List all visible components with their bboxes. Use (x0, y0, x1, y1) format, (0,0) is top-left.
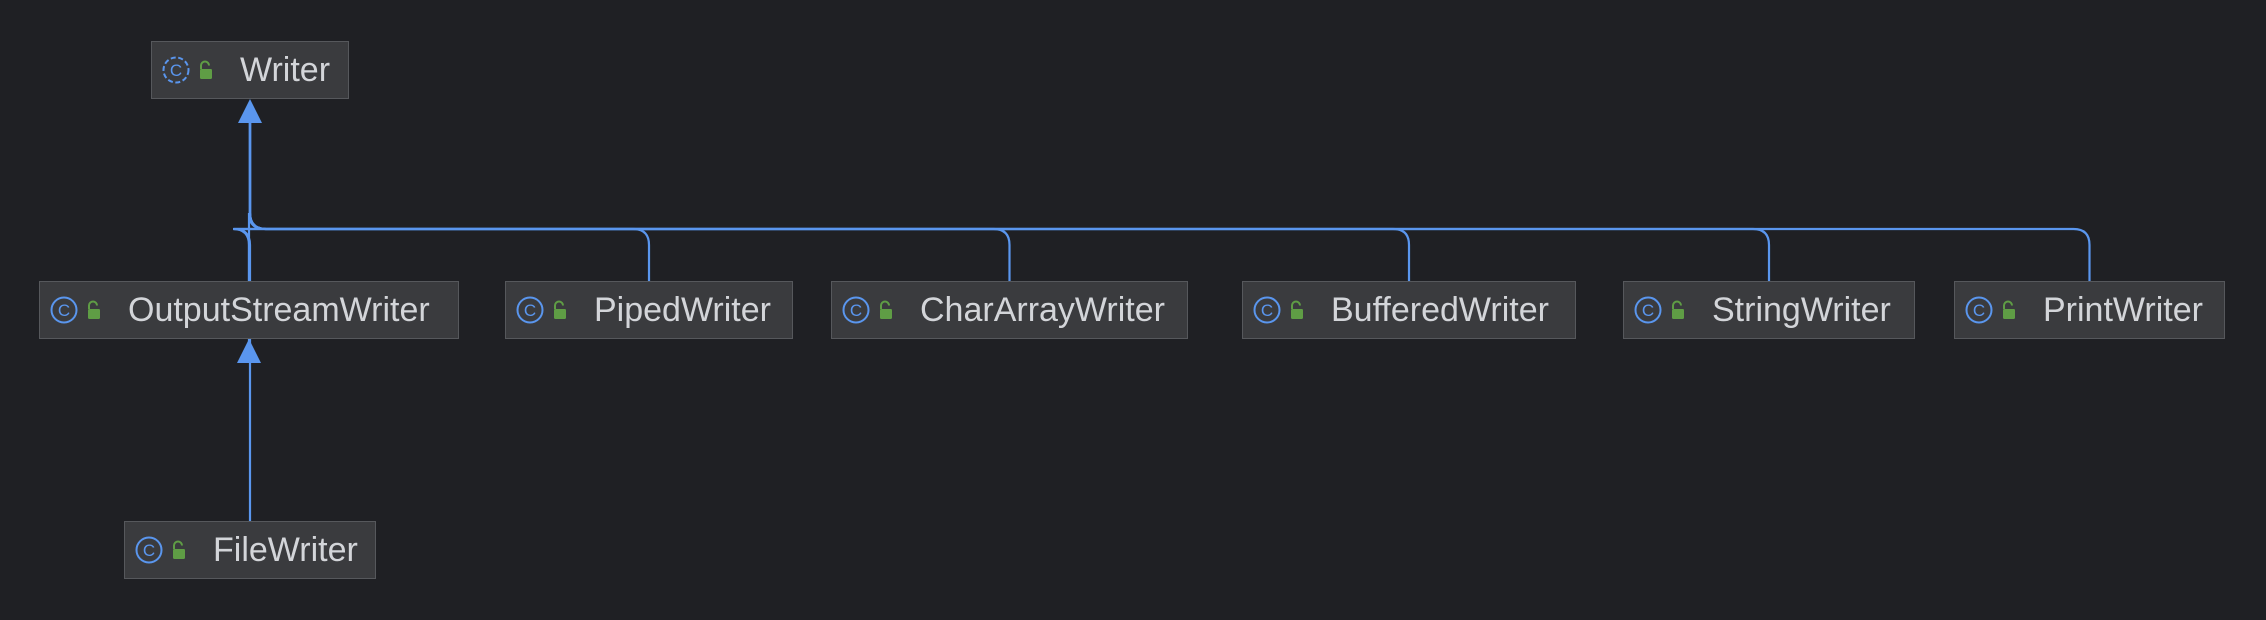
class-node-char-array-writer[interactable]: C CharArrayWriter (831, 281, 1188, 339)
inheritance-arrowhead (237, 339, 261, 363)
class-icon: C (1964, 295, 1994, 325)
svg-text:C: C (1642, 301, 1654, 320)
edge-char-array-writer-extends-writer (248, 123, 1011, 281)
public-lock-icon (1669, 300, 1687, 320)
class-label: OutputStreamWriter (128, 291, 430, 329)
class-icon: C (1252, 295, 1282, 325)
class-label: BufferedWriter (1331, 291, 1549, 329)
class-node-buffered-writer[interactable]: C BufferedWriter (1242, 281, 1576, 339)
public-lock-icon (197, 60, 215, 80)
public-lock-icon (85, 300, 103, 320)
edge-piped-writer-extends-writer (248, 123, 651, 281)
class-node-output-stream-writer[interactable]: C OutputStreamWriter (39, 281, 459, 339)
inheritance-arrowhead (238, 99, 262, 123)
class-label: Writer (240, 51, 331, 89)
svg-text:C: C (143, 541, 155, 560)
class-label: CharArrayWriter (920, 291, 1165, 329)
class-label: PrintWriter (2043, 291, 2203, 329)
public-lock-icon (877, 300, 895, 320)
class-icon: C (515, 295, 545, 325)
class-node-file-writer[interactable]: C FileWriter (124, 521, 376, 579)
class-node-writer[interactable]: C Writer (151, 41, 349, 99)
class-label: PipedWriter (594, 291, 771, 329)
class-node-piped-writer[interactable]: C PipedWriter (505, 281, 793, 339)
class-icon: C (134, 535, 164, 565)
edge-print-writer-extends-writer (248, 123, 2091, 281)
svg-text:C: C (1973, 301, 1985, 320)
svg-text:C: C (1261, 301, 1273, 320)
class-icon: C (1633, 295, 1663, 325)
class-label: StringWriter (1712, 291, 1891, 329)
svg-text:C: C (524, 301, 536, 320)
abstract-class-icon: C (161, 55, 191, 85)
public-lock-icon (170, 540, 188, 560)
class-node-print-writer[interactable]: C PrintWriter (1954, 281, 2225, 339)
svg-text:C: C (170, 61, 182, 80)
class-label: FileWriter (213, 531, 358, 569)
svg-text:C: C (58, 301, 70, 320)
edge-buffered-writer-extends-writer (248, 123, 1411, 281)
class-icon: C (841, 295, 871, 325)
class-node-string-writer[interactable]: C StringWriter (1623, 281, 1915, 339)
uml-class-diagram: C Writer C OutputStreamWriter C PipedWri… (0, 0, 2266, 620)
svg-text:C: C (850, 301, 862, 320)
public-lock-icon (551, 300, 569, 320)
public-lock-icon (2000, 300, 2018, 320)
edge-file-writer-extends-output-stream-writer (233, 212, 266, 521)
public-lock-icon (1288, 300, 1306, 320)
class-icon: C (49, 295, 79, 325)
